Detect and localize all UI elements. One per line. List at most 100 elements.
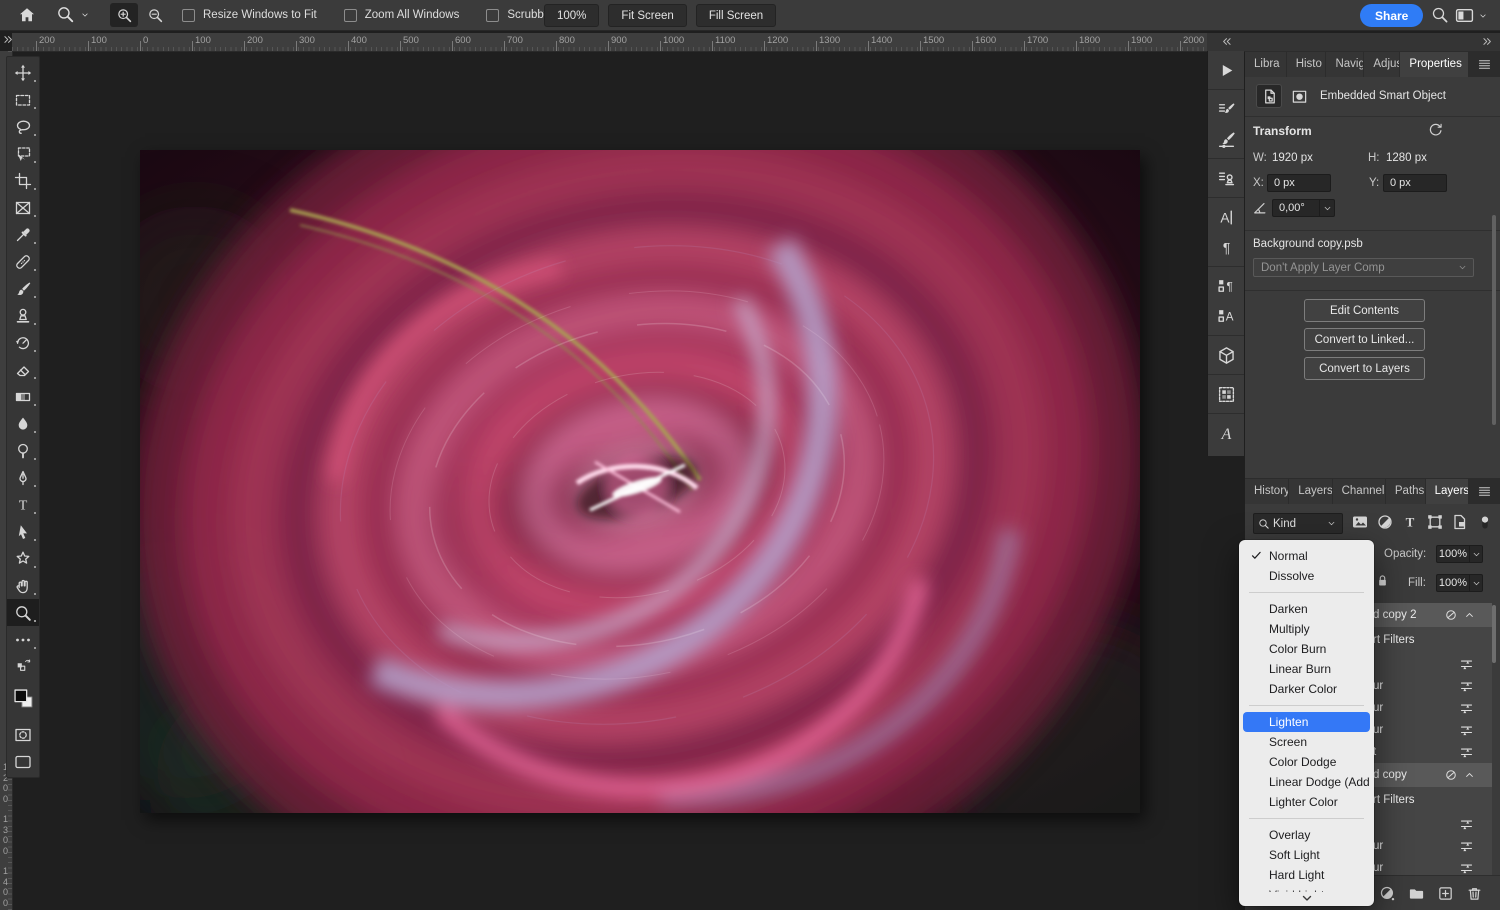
properties-scrollbar[interactable] [1492,215,1496,425]
100-button[interactable]: 100% [544,4,599,27]
active-tool-badge[interactable] [56,5,90,24]
panel-icon-3d[interactable] [1208,340,1244,370]
blend-mode-color-burn[interactable]: Color Burn [1243,639,1370,659]
blend-mode-linear-dodge-add[interactable]: Linear Dodge (Add) [1243,772,1370,792]
filter-blending-options-button[interactable] [1459,657,1474,672]
tool-gradient[interactable] [7,383,39,410]
tab-layers[interactable]: Layers [1289,479,1331,504]
y-input[interactable]: 0 px [1383,174,1447,192]
tool-zoom[interactable] [7,599,39,626]
angle-input[interactable]: 0,00° [1272,199,1320,217]
tool-color-swatches[interactable] [7,675,39,721]
panel-icon-brushes[interactable] [1208,124,1244,154]
tool-ellipsis[interactable] [7,626,39,653]
layer-comp-select[interactable]: Don't Apply Layer Comp [1253,258,1474,277]
collapse-filters-button[interactable] [1463,609,1476,622]
angle-dropdown-chevron[interactable] [1320,199,1335,217]
expand-dock-icon[interactable] [1481,35,1494,48]
search-icon[interactable] [1431,6,1449,24]
panel-icon-glyphs[interactable]: A [1208,418,1244,448]
tab-navig[interactable]: Navig [1326,52,1363,77]
tab-history[interactable]: History [1245,479,1288,504]
filter-blending-options-button[interactable] [1459,701,1474,716]
tool-brush[interactable] [7,275,39,302]
tool-dodge[interactable] [7,437,39,464]
share-button[interactable]: Share [1360,4,1423,27]
filter-type-button[interactable]: T [1397,511,1422,533]
tool-eyedropper[interactable] [7,221,39,248]
fill-screen-button[interactable]: Fill Screen [696,4,776,27]
panel-menu-button[interactable] [1469,52,1500,77]
collapse-filters-button[interactable] [1463,769,1476,782]
filter-smart-object-button[interactable] [1447,511,1472,533]
filter-adjustment-button[interactable] [1372,511,1397,533]
new-adjustment-button[interactable] [1373,880,1402,906]
option-resize-windows-to-fit[interactable]: Resize Windows to Fit [182,9,317,22]
tool-marquee[interactable] [7,86,39,113]
canvas-image[interactable] [140,150,1140,813]
smart-object-badge-button[interactable] [1256,84,1282,108]
tool-frame[interactable] [7,194,39,221]
edit-contents-button[interactable]: Edit Contents [1304,299,1425,322]
new-layer-button[interactable] [1431,880,1460,906]
filter-toggle-button[interactable] [1472,511,1497,533]
blend-mode-color-dodge[interactable]: Color Dodge [1243,752,1370,772]
blend-mode-dissolve[interactable]: Dissolve [1243,566,1370,586]
fit-screen-button[interactable]: Fit Screen [608,4,686,27]
tool-type[interactable]: T [7,491,39,518]
tool-pen[interactable] [7,464,39,491]
blend-mode-overlay[interactable]: Overlay [1243,825,1370,845]
blend-mode-darken[interactable]: Darken [1243,599,1370,619]
filter-blending-options-button[interactable] [1459,817,1474,832]
opacity-chevron[interactable] [1470,545,1483,563]
checkbox-icon[interactable] [182,9,195,22]
opacity-value[interactable]: 100% [1436,545,1470,563]
filter-shape-button[interactable] [1422,511,1447,533]
tool-path-selection[interactable] [7,518,39,545]
filter-blending-options-button[interactable] [1459,861,1474,876]
new-folder-button[interactable] [1402,880,1431,906]
convert-to-layers-button[interactable]: Convert to Layers [1304,357,1425,380]
x-input[interactable]: 0 px [1267,174,1331,192]
tool-swap-colors[interactable] [7,653,39,675]
panel-icon-paragraph[interactable]: ¶ [1208,232,1244,262]
tool-object-selection[interactable] [7,140,39,167]
blend-mode-linear-burn[interactable]: Linear Burn [1243,659,1370,679]
blend-mode-soft-light[interactable]: Soft Light [1243,845,1370,865]
fill-value[interactable]: 100% [1436,574,1470,592]
panel-icon-paragraph-styles[interactable]: ¶ [1208,271,1244,301]
tool-clone-stamp[interactable] [7,302,39,329]
option-zoom-all-windows[interactable]: Zoom All Windows [344,9,460,22]
tab-libra[interactable]: Libra [1245,52,1286,77]
blend-mode-normal[interactable]: Normal [1243,546,1370,566]
panel-icon-character-styles[interactable]: A [1208,301,1244,331]
tab-channels[interactable]: Channels [1333,479,1385,504]
tab-properties[interactable]: Properties [1400,52,1468,77]
blend-mode-screen[interactable]: Screen [1243,732,1370,752]
tool-eraser[interactable] [7,356,39,383]
tool-crop[interactable] [7,167,39,194]
panel-icon-brush-settings[interactable] [1208,94,1244,124]
reset-transform-icon[interactable] [1427,122,1444,139]
tool-move[interactable] [7,59,39,86]
blend-mode-multiply[interactable]: Multiply [1243,619,1370,639]
home-icon[interactable] [18,6,36,24]
panel-icon-character[interactable]: A [1208,202,1244,232]
delete-button[interactable] [1460,880,1489,906]
blend-mode-hard-light[interactable]: Hard Light [1243,865,1370,885]
filter-photo-button[interactable] [1347,511,1372,533]
tool-lasso[interactable] [7,113,39,140]
filter-blending-options-button[interactable] [1459,839,1474,854]
tab-histo[interactable]: Histo [1287,52,1326,77]
panel-icon-patterns[interactable] [1208,379,1244,409]
kind-filter-select[interactable]: Kind [1253,513,1343,534]
convert-to-linked-button[interactable]: Convert to Linked... [1304,328,1425,351]
menu-scroll-down-chevron[interactable] [1239,891,1374,905]
tab-layers[interactable]: Layers [1426,479,1468,504]
tool-healing-brush[interactable] [7,248,39,275]
blend-mode-lighten[interactable]: Lighten [1243,712,1370,732]
filter-blending-options-button[interactable] [1459,723,1474,738]
tool-history-brush[interactable] [7,329,39,356]
fill-chevron[interactable] [1470,574,1483,592]
tool-shape[interactable] [7,545,39,572]
